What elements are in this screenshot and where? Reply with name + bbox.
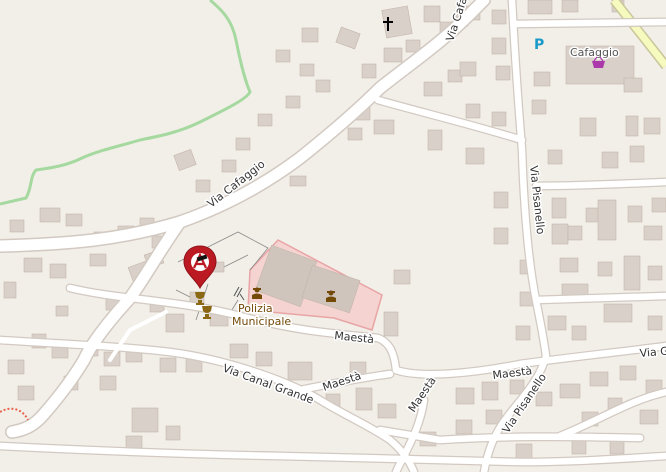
map-canvas[interactable]: Via Cafaggio Via Cafa Via Pisanello Via …	[0, 0, 666, 472]
location-pin-icon[interactable]	[183, 245, 217, 290]
green-boundary-line	[0, 0, 252, 206]
footpath-dotted	[0, 407, 29, 421]
bridge-marks	[233, 286, 245, 301]
poi-label-polizia: Polizia	[238, 302, 273, 315]
street-label: Maestà	[334, 329, 375, 346]
street-label: Via Gi	[639, 344, 666, 360]
poi-label-cafaggio: Cafaggio	[570, 46, 619, 59]
poi-label-municipale: Municipale	[232, 315, 291, 328]
parking-icon[interactable]: P	[534, 37, 544, 53]
